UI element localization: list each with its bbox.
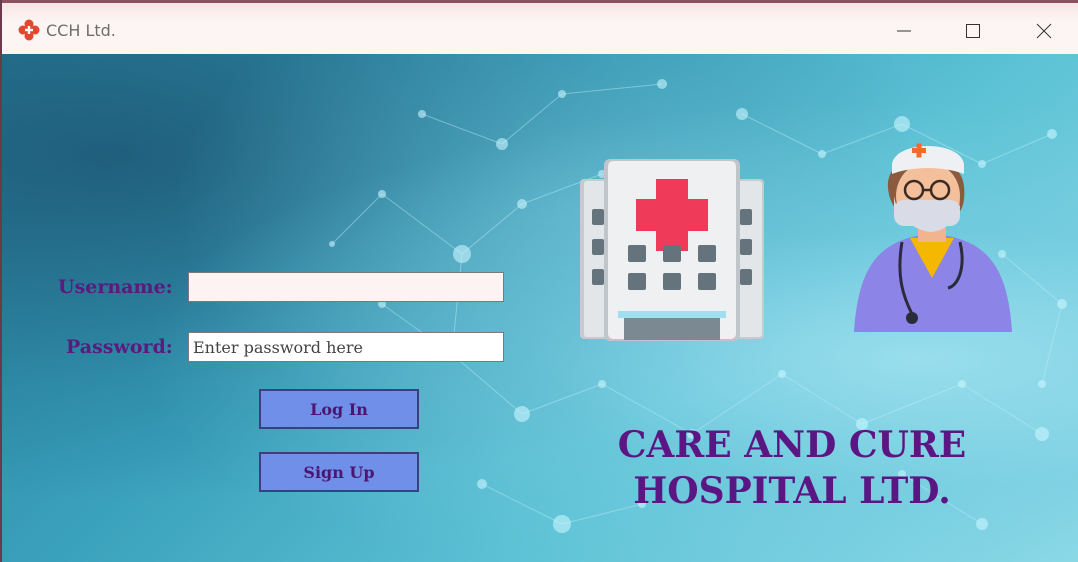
close-icon (1036, 23, 1052, 39)
login-content: Username: Password: Log In Sign Up (2, 54, 1078, 562)
username-label: Username: (58, 276, 173, 298)
password-input[interactable] (188, 332, 504, 362)
minimize-button[interactable] (881, 11, 927, 51)
signup-button[interactable]: Sign Up (259, 452, 419, 492)
hospital-name-line2: HOSPITAL LTD. (633, 470, 951, 512)
nurse-illustration (854, 143, 1012, 332)
hospital-name-line1: CARE AND CURE (617, 424, 967, 466)
hospital-building-icon (580, 159, 764, 341)
title-bar[interactable]: CCH Ltd. (2, 0, 1078, 54)
app-icon (18, 19, 40, 41)
login-button[interactable]: Log In (259, 389, 419, 429)
minimize-icon (897, 30, 911, 32)
login-window: CCH Ltd. Username: Password: Enter passw… (2, 0, 1078, 562)
window-title: CCH Ltd. (46, 21, 116, 40)
maximize-button[interactable] (950, 11, 996, 51)
username-input[interactable] (188, 272, 504, 302)
maximize-icon (966, 24, 980, 38)
password-label: Password: (66, 336, 173, 358)
close-button[interactable] (1021, 11, 1067, 51)
